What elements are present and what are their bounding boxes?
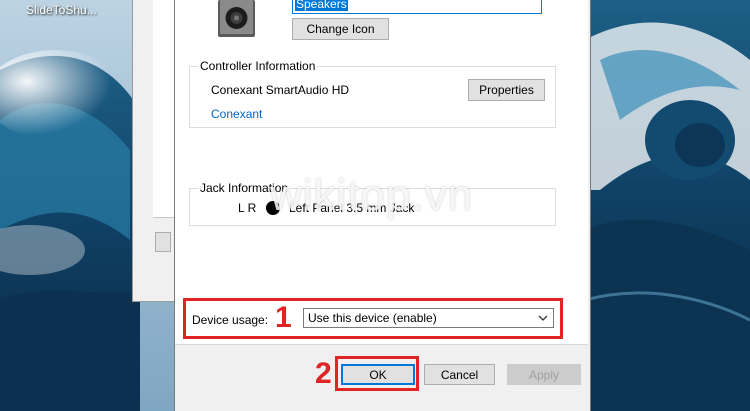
controller-name: Conexant SmartAudio HD <box>211 83 350 97</box>
vendor-link[interactable]: Conexant <box>211 107 262 121</box>
controller-group-title: Controller Information <box>198 59 318 73</box>
background-button[interactable] <box>155 232 171 252</box>
desktop-icon-label[interactable]: SlideToShu... <box>26 3 97 17</box>
cancel-button[interactable]: Cancel <box>424 364 495 385</box>
change-icon-button[interactable]: Change Icon <box>292 18 389 40</box>
device-name-field[interactable]: Speakers <box>292 0 542 14</box>
ok-button-highlight <box>335 356 419 391</box>
properties-button[interactable]: Properties <box>468 79 545 101</box>
device-name-value: Speakers <box>295 0 348 11</box>
step-2-number: 2 <box>315 357 332 390</box>
apply-button[interactable]: Apply <box>507 364 581 385</box>
watermark-text: wikitop.vn <box>270 171 474 220</box>
controller-information-group: Controller Information Conexant SmartAud… <box>189 59 556 128</box>
step-1-number: 1 <box>275 301 292 334</box>
speaker-icon <box>218 0 255 37</box>
jack-channels: L R <box>238 201 257 215</box>
device-usage-highlight <box>183 298 563 339</box>
